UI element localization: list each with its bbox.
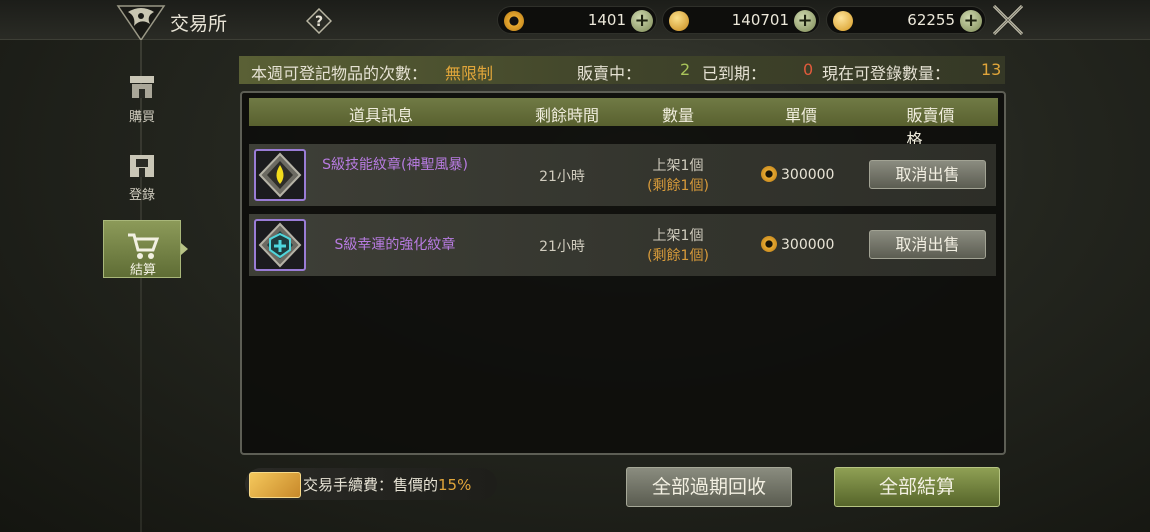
column-header-item: 道具訊息 xyxy=(348,106,414,125)
table-row[interactable]: S級技能紋章(神聖風暴) 21小時 上架1個 (剩餘1個) 300000 取消出… xyxy=(249,144,996,206)
quantity-remaining: (剩餘1個) xyxy=(647,248,709,264)
selling-count: 2 xyxy=(680,60,691,79)
silver-coin-icon xyxy=(761,166,777,182)
table-header: 道具訊息 剩餘時間 數量 單價 販賣價格 xyxy=(249,98,998,149)
table-row[interactable]: S級幸運的強化紋章 21小時 上架1個 (剩餘1個) 300000 取消出售 xyxy=(249,214,996,276)
column-header-quantity: 數量 xyxy=(661,106,695,125)
column-header-time: 剩餘時間 xyxy=(534,106,600,125)
currency-value: 140701 xyxy=(731,11,789,29)
skill-emblem-icon xyxy=(258,152,302,198)
sidebar-item-label: 結算 xyxy=(129,263,156,278)
fee-label: 交易手續費：售價的 xyxy=(303,476,439,494)
column-header-unit-price: 單價 xyxy=(784,106,818,125)
page-title: 交易所 xyxy=(170,13,228,35)
add-silver-button[interactable]: + xyxy=(631,10,653,32)
gold-coin-icon xyxy=(669,11,689,31)
sidebar-item-label: 購買 xyxy=(128,110,155,125)
currency-gold: 140701 + xyxy=(662,6,820,34)
fee-ticket-icon xyxy=(249,472,301,498)
currency-gem: 62255 + xyxy=(826,6,986,34)
fee-text: 交易手續費：售價的15% xyxy=(303,474,471,495)
unit-price: 300000 xyxy=(761,166,871,183)
unit-price-value: 300000 xyxy=(781,167,835,183)
shop-icon xyxy=(130,76,154,98)
luck-emblem-icon xyxy=(258,222,302,268)
remaining-time: 21小時 xyxy=(539,239,585,255)
item-name: S級技能紋章(神聖風暴) xyxy=(322,157,468,173)
available-label: 現在可登錄數量： xyxy=(822,64,951,83)
sidebar-item-buy[interactable]: 購買 xyxy=(103,68,181,130)
cart-icon xyxy=(128,233,159,259)
quantity-remaining: (剩餘1個) xyxy=(647,178,709,194)
weekly-limit-value: 無限制 xyxy=(445,64,494,83)
sidebar-item-label: 登錄 xyxy=(128,188,155,203)
quantity-listed: 上架1個 xyxy=(652,228,704,244)
silver-coin-icon xyxy=(761,236,777,252)
listing-info-bar: 本週可登記物品的次數： 無限制 販賣中： 2 已到期： 0 現在可登錄數量： 1… xyxy=(239,56,1005,84)
currency-value: 1401 xyxy=(587,11,626,29)
sidebar-item-settle[interactable]: 結算 xyxy=(103,220,181,278)
unit-price: 300000 xyxy=(761,236,871,253)
help-icon[interactable]: ? xyxy=(306,8,332,34)
item-slot[interactable] xyxy=(254,149,306,201)
collect-expired-button[interactable]: 全部過期回收 xyxy=(626,467,792,507)
cancel-sale-button[interactable]: 取消出售 xyxy=(869,230,986,259)
item-name: S級幸運的強化紋章 xyxy=(334,237,456,253)
register-icon xyxy=(130,155,154,177)
add-gem-button[interactable]: + xyxy=(960,10,982,32)
currency-silver: 1401 + xyxy=(497,6,657,34)
close-icon[interactable] xyxy=(990,3,1026,37)
settle-all-button[interactable]: 全部結算 xyxy=(834,467,1000,507)
cancel-sale-button[interactable]: 取消出售 xyxy=(869,160,986,189)
quantity: 上架1個 (剩餘1個) xyxy=(624,226,732,266)
gem-coin-icon xyxy=(833,11,853,31)
active-indicator-arrow xyxy=(181,243,188,255)
unit-price-value: 300000 xyxy=(781,237,835,253)
currency-value: 62255 xyxy=(907,11,955,29)
quantity-listed: 上架1個 xyxy=(652,158,704,174)
add-gold-button[interactable]: + xyxy=(794,10,816,32)
remaining-time: 21小時 xyxy=(539,169,585,185)
selling-label: 販賣中： xyxy=(577,64,642,83)
available-count: 13 xyxy=(981,60,1002,79)
expired-label: 已到期： xyxy=(702,64,767,83)
svg-text:?: ? xyxy=(315,14,323,30)
fee-rate: 15% xyxy=(438,476,472,494)
quantity: 上架1個 (剩餘1個) xyxy=(624,156,732,196)
column-header-sale-price: 販賣價格 xyxy=(906,106,955,149)
dragon-emblem-icon xyxy=(116,5,166,42)
silver-coin-icon xyxy=(504,11,524,31)
weekly-limit-label: 本週可登記物品的次數： xyxy=(251,64,428,83)
item-slot[interactable] xyxy=(254,219,306,271)
transaction-fee-info: 交易手續費：售價的15% xyxy=(245,468,497,500)
expired-count: 0 xyxy=(803,60,814,79)
sidebar-item-register[interactable]: 登錄 xyxy=(103,146,181,208)
